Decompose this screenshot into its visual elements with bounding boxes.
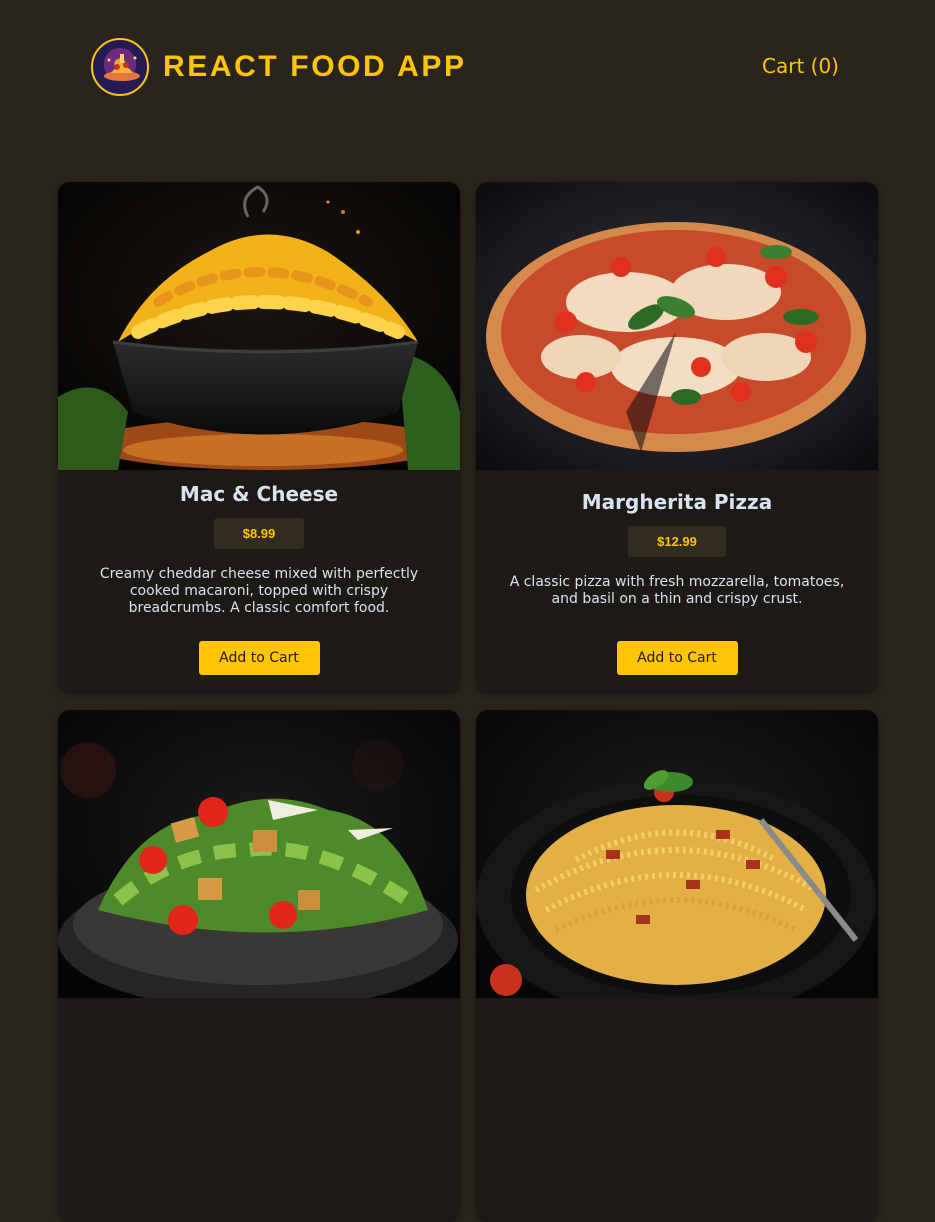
meal-body: Mac & Cheese $8.99 Creamy cheddar cheese… bbox=[58, 470, 460, 694]
meal-actions: Add to Cart bbox=[198, 641, 320, 675]
meal-price: $12.99 bbox=[628, 526, 726, 557]
app-title: REACT FOOD APP bbox=[163, 50, 467, 83]
meal-item: Margherita Pizza $12.99 A classic pizza … bbox=[476, 182, 878, 694]
logo-wrap: REACT FOOD APP bbox=[91, 38, 467, 96]
meal-price: $8.99 bbox=[213, 518, 305, 549]
meal-item bbox=[476, 710, 878, 1222]
meal-body: Margherita Pizza $12.99 A classic pizza … bbox=[476, 470, 878, 694]
meal-name: Mac & Cheese bbox=[179, 482, 339, 506]
meal-item: Mac & Cheese $8.99 Creamy cheddar cheese… bbox=[58, 182, 460, 694]
meal-description: A classic pizza with fresh mozzarella, t… bbox=[509, 574, 845, 607]
add-to-cart-button[interactable]: Add to Cart bbox=[198, 641, 320, 675]
meal-actions: Add to Cart bbox=[616, 641, 738, 675]
caesar-salad-photo bbox=[58, 710, 460, 998]
spaghetti-carbonara-photo bbox=[476, 710, 878, 998]
meal-description: Creamy cheddar cheese mixed with perfect… bbox=[99, 566, 419, 616]
main-header: REACT FOOD APP Cart (0) bbox=[0, 0, 935, 140]
food-logo-icon bbox=[91, 38, 149, 96]
cart-button[interactable]: Cart (0) bbox=[762, 54, 839, 78]
mac-and-cheese-photo bbox=[58, 182, 460, 470]
margherita-pizza-photo bbox=[476, 182, 878, 470]
add-to-cart-button[interactable]: Add to Cart bbox=[616, 641, 738, 675]
meal-name: Margherita Pizza bbox=[581, 490, 773, 514]
meals-grid: Mac & Cheese $8.99 Creamy cheddar cheese… bbox=[58, 182, 878, 1222]
meal-item bbox=[58, 710, 460, 1222]
